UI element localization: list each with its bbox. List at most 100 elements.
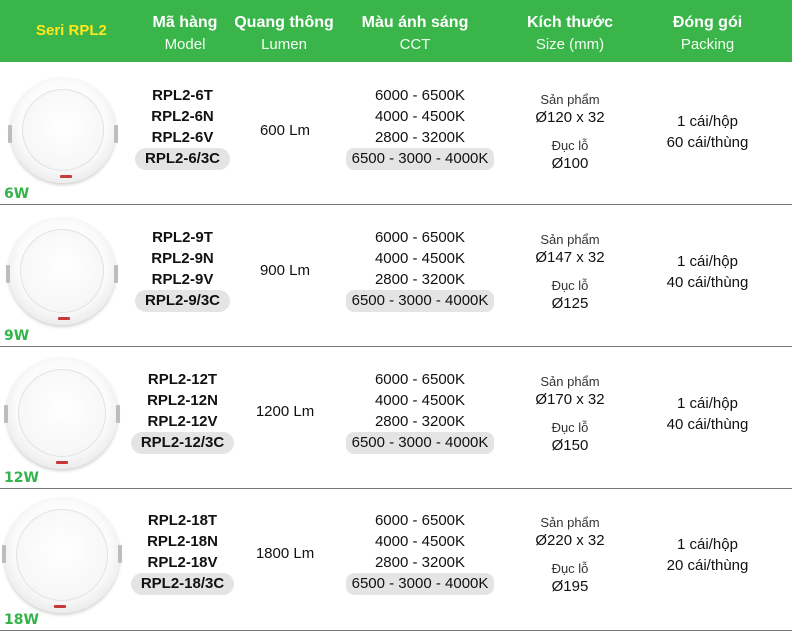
header-pack-sub: Packing [680, 36, 735, 53]
header-cct-title: Màu ánh sáng [361, 14, 469, 31]
cct-value: 6000 - 6500K [374, 512, 466, 529]
cutout-value: Ø195 [551, 578, 589, 595]
size-label: Sản phẩm [540, 92, 600, 107]
packing-box: 1 cái/hộp [677, 113, 738, 130]
size-info: Sản phẩm Ø120 x 32 Đục lỗ Ø100 [510, 91, 630, 175]
table-row: 9W RPL2-9T RPL2-9N RPL2-9V RPL2-9/3C 900… [0, 205, 792, 347]
model-code: RPL2-12T [147, 371, 218, 388]
packing-info: 1 cái/hộp 20 cái/thùng [630, 534, 785, 576]
table-header: Seri RPL2 Mã hàng Model Quang thông Lume… [0, 0, 792, 62]
model-code: RPL2-9V [151, 271, 214, 288]
model-code-3c: RPL2-6/3C [134, 148, 231, 170]
cct-value: 6000 - 6500K [374, 229, 466, 246]
model-code-3c: RPL2-18/3C [130, 573, 235, 595]
packing-carton: 40 cái/thùng [666, 416, 749, 433]
header-model-sub: Model [164, 36, 206, 53]
downlight-image [8, 77, 118, 183]
table-row: 18W RPL2-18T RPL2-18N RPL2-18V RPL2-18/3… [0, 489, 792, 631]
model-code: RPL2-9T [152, 229, 213, 246]
cct-value: 6000 - 6500K [374, 87, 466, 104]
cct-value: 2800 - 3200K [374, 271, 466, 288]
cct-3c-value: 6500 - 3000 - 4000K [345, 148, 495, 170]
header-size-sub: Size (mm) [535, 36, 605, 53]
packing-box: 1 cái/hộp [677, 395, 738, 412]
cct-3c-value: 6500 - 3000 - 4000K [345, 432, 495, 454]
lumen-value: 900 Lm [259, 262, 311, 279]
header-lumen: Quang thông Lumen [228, 0, 340, 62]
size-value: Ø120 x 32 [535, 109, 605, 126]
table-row: 12W RPL2-12T RPL2-12N RPL2-12V RPL2-12/3… [0, 347, 792, 489]
wattage-label: 18W [4, 612, 39, 628]
size-value: Ø170 x 32 [535, 391, 605, 408]
size-info: Sản phẩm Ø147 x 32 Đục lỗ Ø125 [510, 231, 630, 315]
lumen-value: 600 Lm [259, 122, 311, 139]
wattage-label: 12W [4, 470, 39, 486]
model-code: RPL2-18N [147, 533, 218, 550]
cutout-label: Đục lỗ [551, 420, 589, 435]
cct-list: 6000 - 6500K 4000 - 4500K 2800 - 3200K 6… [330, 227, 510, 312]
model-code: RPL2-18T [147, 512, 218, 529]
header-lumen-title: Quang thông [234, 14, 334, 31]
cutout-label: Đục lỗ [551, 138, 589, 153]
cct-value: 2800 - 3200K [374, 129, 466, 146]
model-code-3c: RPL2-12/3C [130, 432, 235, 454]
model-code: RPL2-9N [151, 250, 214, 267]
size-value: Ø147 x 32 [535, 249, 605, 266]
size-label: Sản phẩm [540, 515, 600, 530]
cct-value: 2800 - 3200K [374, 554, 466, 571]
size-info: Sản phẩm Ø220 x 32 Đục lỗ Ø195 [510, 514, 630, 598]
packing-info: 1 cái/hộp 40 cái/thùng [630, 393, 785, 435]
header-size-title: Kích thước [526, 14, 614, 31]
model-list: RPL2-18T RPL2-18N RPL2-18V RPL2-18/3C [125, 510, 240, 595]
header-lumen-sub: Lumen [261, 36, 307, 53]
cct-3c-value: 6500 - 3000 - 4000K [345, 573, 495, 595]
cct-value: 2800 - 3200K [374, 413, 466, 430]
model-code: RPL2-12V [147, 413, 218, 430]
model-code: RPL2-12N [147, 392, 218, 409]
cutout-label: Đục lỗ [551, 561, 589, 576]
row-divider [0, 630, 792, 631]
packing-carton: 60 cái/thùng [666, 134, 749, 151]
series-label: Seri RPL2 [36, 22, 107, 39]
cutout-value: Ø125 [551, 295, 589, 312]
table-row: 6W RPL2-6T RPL2-6N RPL2-6V RPL2-6/3C 600… [0, 63, 792, 205]
header-cct: Màu ánh sáng CCT [340, 0, 490, 62]
cct-list: 6000 - 6500K 4000 - 4500K 2800 - 3200K 6… [330, 369, 510, 454]
model-code: RPL2-6V [151, 129, 214, 146]
downlight-image [2, 497, 122, 613]
packing-carton: 20 cái/thùng [666, 557, 749, 574]
series-title: Seri RPL2 [0, 0, 145, 62]
lumen-value: 1800 Lm [255, 545, 315, 562]
model-list: RPL2-12T RPL2-12N RPL2-12V RPL2-12/3C [125, 369, 240, 454]
header-pack-title: Đóng gói [672, 14, 743, 31]
cct-3c-value: 6500 - 3000 - 4000K [345, 290, 495, 312]
header-packing: Đóng gói Packing [630, 0, 785, 62]
cct-list: 6000 - 6500K 4000 - 4500K 2800 - 3200K 6… [330, 85, 510, 170]
cutout-value: Ø150 [551, 437, 589, 454]
header-cct-sub: CCT [399, 36, 431, 53]
header-size: Kích thước Size (mm) [510, 0, 630, 62]
size-value: Ø220 x 32 [535, 532, 605, 549]
lumen-value: 1200 Lm [255, 403, 315, 420]
size-info: Sản phẩm Ø170 x 32 Đục lỗ Ø150 [510, 373, 630, 457]
model-code: RPL2-18V [147, 554, 218, 571]
wattage-label: 9W [4, 328, 30, 344]
model-code: RPL2-6T [152, 87, 213, 104]
model-list: RPL2-9T RPL2-9N RPL2-9V RPL2-9/3C [125, 227, 240, 312]
model-list: RPL2-6T RPL2-6N RPL2-6V RPL2-6/3C [125, 85, 240, 170]
cutout-label: Đục lỗ [551, 278, 589, 293]
downlight-image [6, 217, 118, 325]
cct-list: 6000 - 6500K 4000 - 4500K 2800 - 3200K 6… [330, 510, 510, 595]
cct-value: 4000 - 4500K [374, 250, 466, 267]
cct-value: 4000 - 4500K [374, 392, 466, 409]
model-code-3c: RPL2-9/3C [134, 290, 231, 312]
cutout-value: Ø100 [551, 155, 589, 172]
packing-info: 1 cái/hộp 60 cái/thùng [630, 111, 785, 153]
header-model: Mã hàng Model [140, 0, 230, 62]
header-model-title: Mã hàng [152, 14, 218, 31]
packing-box: 1 cái/hộp [677, 253, 738, 270]
cct-value: 6000 - 6500K [374, 371, 466, 388]
model-code: RPL2-6N [151, 108, 214, 125]
cct-value: 4000 - 4500K [374, 108, 466, 125]
cct-value: 4000 - 4500K [374, 533, 466, 550]
